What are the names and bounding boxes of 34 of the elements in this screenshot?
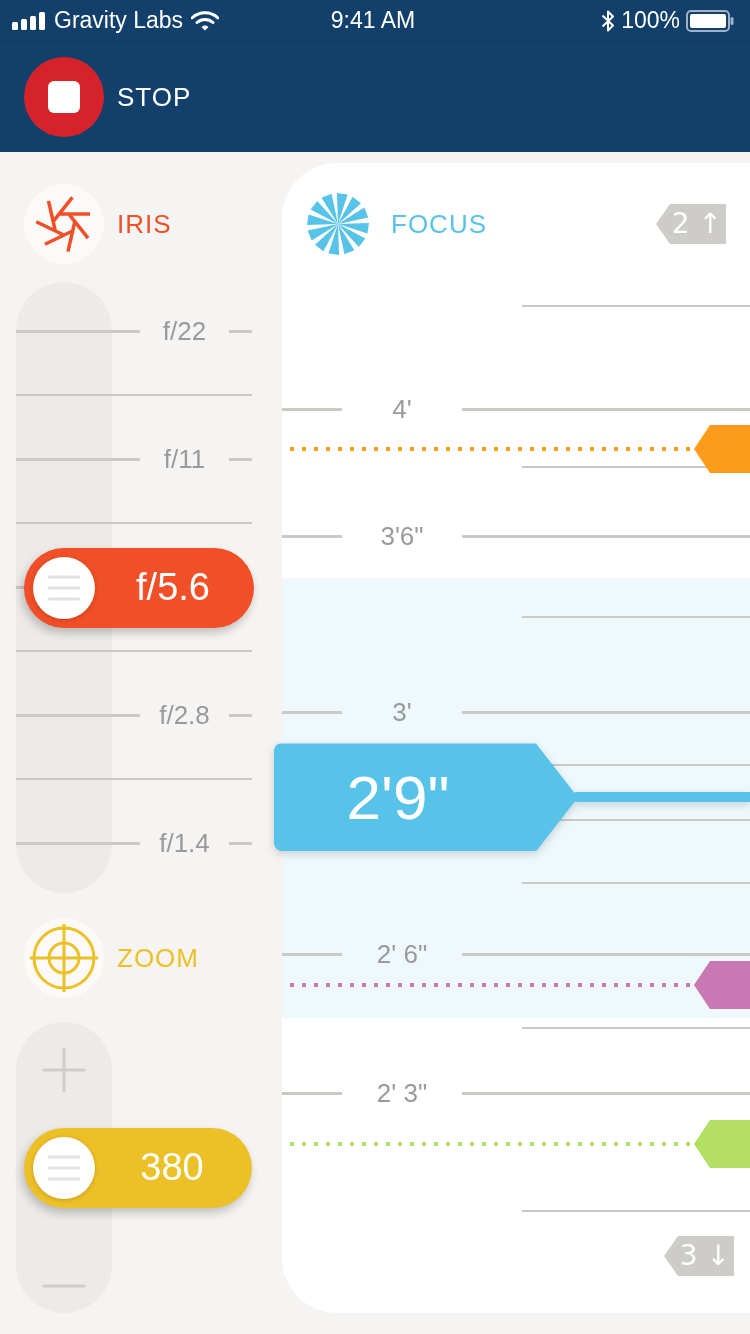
signal-icon (12, 11, 46, 30)
battery-percent: 100% (621, 9, 680, 32)
grip-icon (32, 1135, 96, 1200)
slider-thumb[interactable]: 380 (24, 1127, 252, 1208)
slider-track[interactable]: 380 (16, 1022, 254, 1313)
section-label: FOCUS (391, 208, 487, 240)
marker-tag[interactable] (694, 425, 750, 473)
f-stop-label: f/1.4 (158, 827, 211, 859)
stop-button[interactable]: STOP (24, 57, 192, 137)
bluetooth-icon (601, 8, 616, 33)
focus-thumb[interactable]: 2'9" (274, 743, 578, 852)
distance-label: 2' 6" (375, 938, 429, 970)
section-label: IRIS (117, 208, 172, 240)
focus-burst-icon (307, 193, 369, 255)
distance-label: 4' (391, 393, 413, 425)
wifi-icon (191, 10, 220, 31)
slider-thumb[interactable]: f/5.6 (24, 547, 254, 628)
f-stop-label: f/11 (162, 443, 207, 475)
stop-icon (24, 57, 104, 137)
crosshair-icon (24, 918, 104, 998)
battery-icon (686, 9, 734, 32)
aperture-icon (24, 184, 104, 264)
f-stop-label: f/22 (161, 315, 208, 347)
section-label: ZOOM (117, 942, 199, 974)
grip-icon (32, 555, 96, 620)
carrier-name: Gravity Labs (54, 9, 184, 32)
status-time: 9:41 AM (330, 9, 416, 32)
marker-tag[interactable] (694, 1120, 750, 1168)
plus-icon (42, 1048, 86, 1092)
slider-track[interactable]: f/22 f/11 f/5.6 f/2.8 f/1.4 (16, 282, 254, 893)
f-stop-label: f/2.8 (158, 699, 211, 731)
distance-label: 2' 3" (375, 1078, 429, 1110)
distance-label: 3'6" (379, 521, 425, 553)
distance-label: 3' (391, 696, 413, 728)
